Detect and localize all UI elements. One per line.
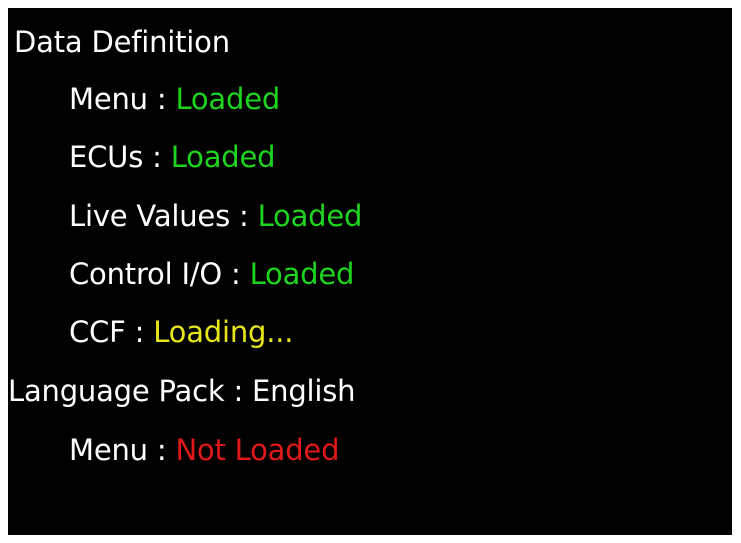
- item-separator: :: [125, 315, 154, 349]
- item-status: Loading...: [153, 315, 294, 349]
- language-pack-item-menu: Menu : Not Loaded: [69, 428, 339, 472]
- data-definition-title: Data Definition: [14, 25, 230, 59]
- item-status: Loaded: [257, 199, 363, 233]
- item-label: CCF: [69, 315, 126, 349]
- item-separator: :: [229, 199, 258, 233]
- data-definition-item-live-values: Live Values : Loaded: [69, 194, 362, 238]
- item-status: Not Loaded: [175, 433, 340, 467]
- language-pack-separator: :: [224, 374, 253, 408]
- status-screen: Data Definition Menu : Loaded ECUs : Loa…: [8, 8, 732, 535]
- item-label: Control I/O: [69, 257, 222, 291]
- data-definition-item-ecus: ECUs : Loaded: [69, 135, 276, 179]
- item-status: Loaded: [175, 82, 281, 116]
- language-pack-value: English: [252, 374, 356, 408]
- item-label: Menu: [69, 82, 148, 116]
- data-definition-item-ccf: CCF : Loading...: [69, 310, 293, 354]
- data-definition-item-menu: Menu : Loaded: [69, 77, 280, 121]
- item-label: ECUs: [69, 140, 144, 174]
- language-pack-heading: Language Pack : English: [8, 369, 356, 413]
- data-definition-item-control-io: Control I/O : Loaded: [69, 252, 354, 296]
- item-separator: :: [143, 140, 171, 174]
- language-pack-label: Language Pack: [8, 374, 225, 408]
- item-label: Live Values: [69, 199, 230, 233]
- item-separator: :: [147, 433, 176, 467]
- data-definition-heading: Data Definition: [14, 20, 230, 64]
- item-status: Loaded: [249, 257, 355, 291]
- item-separator: :: [222, 257, 250, 291]
- item-status: Loaded: [170, 140, 276, 174]
- item-separator: :: [147, 82, 176, 116]
- item-label: Menu: [69, 433, 148, 467]
